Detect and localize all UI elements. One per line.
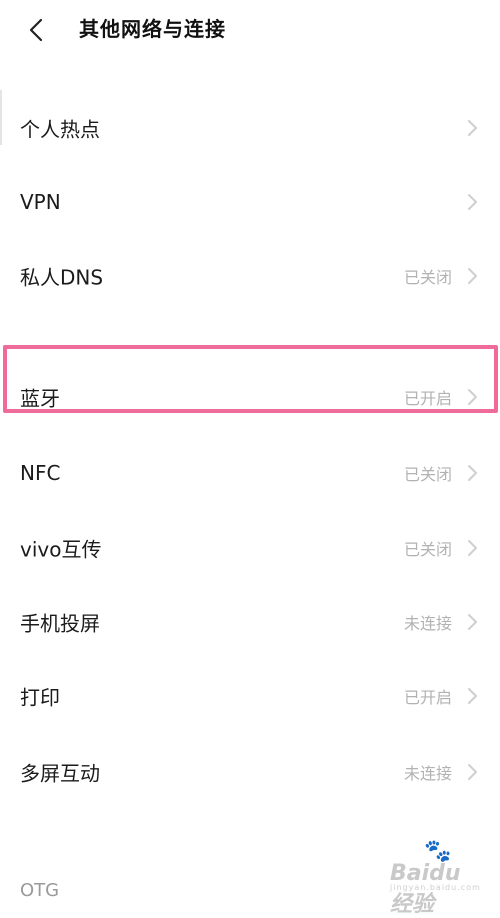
- item-label: 打印: [20, 685, 60, 710]
- baidu-watermark: 🐾 Baidu经验 jingyan.baidu.com: [390, 839, 481, 917]
- list-item-hotspot[interactable]: 个人热点: [0, 96, 500, 160]
- list-item-nfc[interactable]: NFC 已关闭: [0, 441, 500, 505]
- item-label: 私人DNS: [20, 265, 104, 290]
- item-label: 手机投屏: [20, 611, 100, 636]
- item-label: vivo互传: [20, 537, 102, 562]
- chevron-right-icon: [468, 614, 477, 630]
- chevron-right-icon: [468, 465, 477, 481]
- chevron-right-icon: [468, 120, 477, 136]
- list-item-print[interactable]: 打印 已开启: [0, 664, 500, 728]
- list-item-multi-screen[interactable]: 多屏互动 未连接: [0, 740, 500, 804]
- item-status: 已关闭: [403, 465, 452, 484]
- list-item-screen-cast[interactable]: 手机投屏 未连接: [0, 590, 500, 654]
- item-status: 已开启: [403, 688, 452, 707]
- item-status: 已关闭: [403, 540, 452, 559]
- watermark-url: jingyan.baidu.com: [390, 883, 481, 892]
- item-label: 蓝牙: [20, 386, 60, 411]
- item-label: VPN: [20, 190, 61, 214]
- item-status: 未连接: [403, 614, 452, 633]
- top-bar: 其他网络与连接: [0, 0, 500, 60]
- item-label: 多屏互动: [20, 761, 100, 786]
- item-status: 未连接: [403, 764, 452, 783]
- item-status: 已开启: [403, 389, 452, 408]
- list-item-otg-partial[interactable]: OTG: [20, 880, 59, 901]
- chevron-right-icon: [468, 764, 477, 780]
- item-label: NFC: [20, 461, 61, 485]
- item-status: 已关闭: [403, 268, 452, 287]
- chevron-left-icon: [29, 18, 43, 42]
- chevron-right-icon: [468, 268, 477, 284]
- chevron-right-icon: [468, 540, 477, 556]
- chevron-right-icon: [468, 389, 477, 405]
- back-button[interactable]: [20, 8, 60, 50]
- chevron-right-icon: [468, 688, 477, 704]
- item-label: 个人热点: [20, 117, 100, 142]
- list-item-bluetooth[interactable]: 蓝牙 已开启: [0, 365, 500, 429]
- page-title: 其他网络与连接: [79, 17, 226, 41]
- list-item-vpn[interactable]: VPN: [0, 170, 500, 234]
- chevron-right-icon: [468, 194, 477, 210]
- list-item-vivo-share[interactable]: vivo互传 已关闭: [0, 516, 500, 580]
- list-item-private-dns[interactable]: 私人DNS 已关闭: [0, 244, 500, 308]
